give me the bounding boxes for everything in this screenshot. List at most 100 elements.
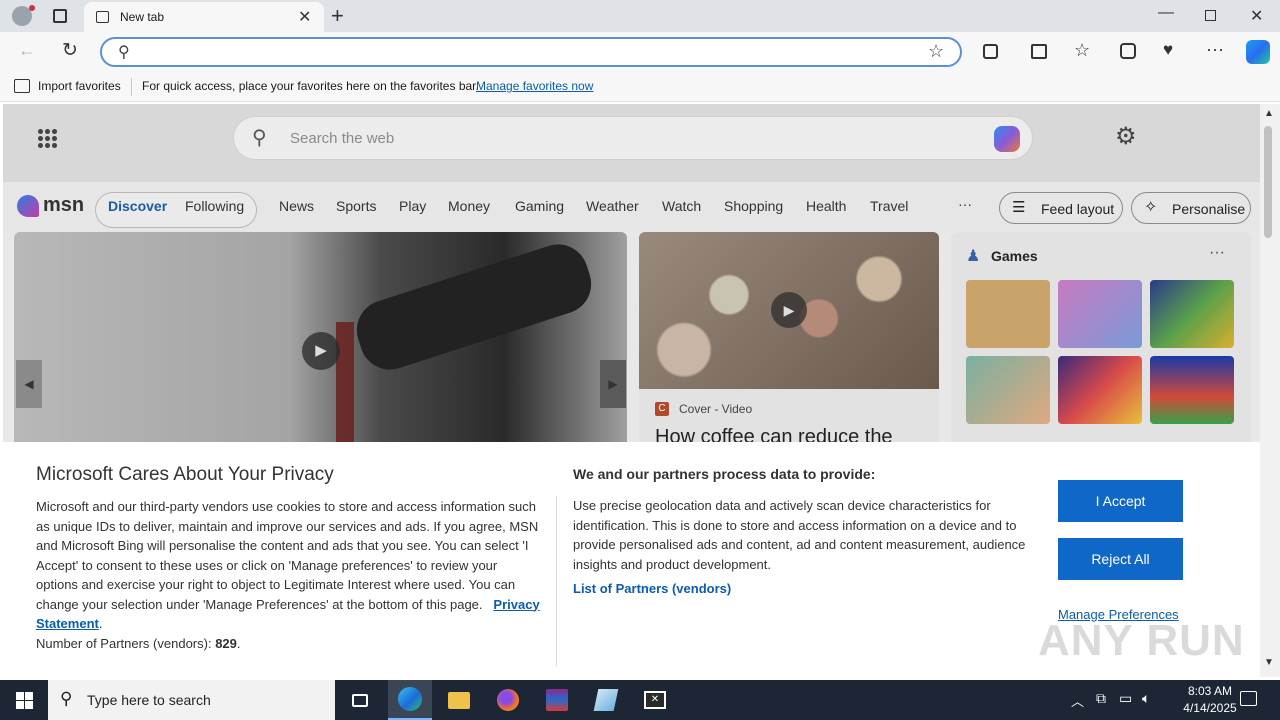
- hero-carousel[interactable]: ▶ ◀ ▶: [14, 232, 627, 462]
- page-scrollbar[interactable]: ▲ ▼: [1260, 104, 1280, 677]
- partners-count: 829: [215, 636, 237, 651]
- taskbar-search-box[interactable]: ⚲ Type here to search: [48, 680, 335, 720]
- file-explorer-icon[interactable]: [437, 680, 481, 720]
- notifications-icon[interactable]: [1240, 691, 1257, 706]
- privacy-title: Microsoft Cares About Your Privacy: [36, 464, 334, 485]
- nav-news[interactable]: News: [279, 198, 314, 214]
- personalise-label: Personalise: [1172, 201, 1246, 217]
- game-tile[interactable]: [1150, 280, 1234, 348]
- extensions-icon[interactable]: [983, 44, 998, 59]
- import-favorites-button[interactable]: Import favorites: [38, 79, 121, 93]
- game-tile[interactable]: [966, 356, 1050, 424]
- volume-icon[interactable]: 🔈︎: [1142, 690, 1150, 707]
- scroll-down-icon[interactable]: ▼: [1264, 657, 1274, 668]
- play-icon[interactable]: ▶: [302, 332, 340, 370]
- tab-discover[interactable]: Discover: [108, 198, 167, 214]
- game-tile[interactable]: [1150, 356, 1234, 424]
- nav-play[interactable]: Play: [399, 198, 426, 214]
- scroll-thumb[interactable]: [1264, 126, 1272, 238]
- restore-button[interactable]: [1205, 10, 1216, 21]
- nav-more-icon[interactable]: ···: [958, 196, 972, 212]
- back-icon[interactable]: ←: [18, 40, 36, 61]
- refresh-icon[interactable]: ↻: [62, 39, 78, 62]
- settings-gear-icon[interactable]: ⚙: [1115, 122, 1137, 151]
- close-window-button[interactable]: ✕: [1250, 6, 1263, 26]
- play-icon[interactable]: ▶: [771, 292, 807, 328]
- favorites-icon[interactable]: ☆: [1074, 40, 1090, 61]
- personalise-button[interactable]: ✧ Personalise: [1131, 192, 1251, 224]
- reject-all-button[interactable]: Reject All: [1058, 538, 1183, 580]
- story-card[interactable]: ▶ C Cover - Video How coffee can reduce …: [639, 232, 939, 472]
- address-bar[interactable]: ⚲ ☆: [100, 37, 962, 67]
- feed-layout-button[interactable]: ☰ Feed layout: [999, 192, 1123, 224]
- personalise-icon: ✧: [1144, 199, 1158, 216]
- msn-logo[interactable]: msn: [43, 194, 84, 217]
- tab-title: New tab: [120, 10, 165, 24]
- nav-travel[interactable]: Travel: [870, 198, 908, 214]
- nav-shopping[interactable]: Shopping: [724, 198, 783, 214]
- games-icon: ♟: [966, 248, 981, 265]
- favorite-star-icon[interactable]: ☆: [928, 41, 944, 62]
- tray-chevron-icon[interactable]: ︿: [1071, 691, 1084, 710]
- wine-bottle-shape: [349, 236, 599, 378]
- privacy-body-spacer: [486, 597, 490, 612]
- taskbar-search-input[interactable]: Type here to search: [87, 692, 211, 708]
- game-tile[interactable]: [1058, 280, 1142, 348]
- games-panel: ♟ Games ···: [951, 232, 1251, 472]
- app-icon[interactable]: ✕: [633, 680, 677, 720]
- copilot-search-icon[interactable]: [994, 126, 1020, 152]
- scroll-up-icon[interactable]: ▲: [1264, 108, 1274, 119]
- game-tile[interactable]: [966, 280, 1050, 348]
- web-search-input[interactable]: Search the web: [290, 130, 394, 147]
- import-favorites-icon: [14, 79, 30, 93]
- manage-favorites-link[interactable]: Manage favorites now: [476, 79, 593, 93]
- start-button[interactable]: [2, 680, 46, 720]
- apps-grid-icon[interactable]: [37, 128, 57, 148]
- wine-pour-shape: [336, 322, 354, 442]
- clock-time[interactable]: 8:03 AM: [1172, 684, 1248, 698]
- privacy-body-text: Microsoft and our third-party vendors us…: [36, 499, 539, 612]
- nav-health[interactable]: Health: [806, 198, 846, 214]
- games-more-icon[interactable]: ···: [1209, 244, 1225, 262]
- browser-toolbar: ← ↻ ⚲ ☆ ☆ ♥ ···: [0, 32, 1280, 72]
- winrar-icon[interactable]: [535, 680, 579, 720]
- nav-watch[interactable]: Watch: [662, 198, 701, 214]
- new-tab-button[interactable]: +: [331, 3, 344, 29]
- tab-page-icon: [96, 11, 109, 23]
- favorites-bar: Import favorites For quick access, place…: [0, 72, 1280, 102]
- favorites-hint: For quick access, place your favorites h…: [142, 79, 479, 93]
- nav-gaming[interactable]: Gaming: [515, 198, 564, 214]
- tab-new-tab[interactable]: New tab ✕: [84, 2, 324, 32]
- web-search-box[interactable]: ⚲ Search the web: [233, 116, 1033, 160]
- task-view-icon[interactable]: [338, 680, 382, 720]
- copilot-icon[interactable]: [1246, 40, 1270, 64]
- notepad-icon[interactable]: [584, 680, 628, 720]
- carousel-prev-button[interactable]: ◀: [16, 360, 42, 408]
- game-tile[interactable]: [1058, 356, 1142, 424]
- nav-sports[interactable]: Sports: [336, 198, 376, 214]
- favbar-divider: [131, 78, 132, 96]
- clock-date[interactable]: 4/14/2025: [1172, 701, 1248, 715]
- network-icon[interactable]: ▭: [1119, 690, 1132, 707]
- collections-icon[interactable]: [1120, 43, 1136, 59]
- nav-weather[interactable]: Weather: [586, 198, 639, 214]
- vendors-list-link[interactable]: List of Partners (vendors): [573, 581, 731, 596]
- source-badge: C: [655, 402, 669, 416]
- split-screen-icon[interactable]: [1031, 44, 1047, 59]
- tray-device-icon[interactable]: ⧉: [1096, 690, 1106, 707]
- tab-following[interactable]: Following: [185, 198, 244, 214]
- process-body: Use precise geolocation data and activel…: [573, 498, 1026, 572]
- performance-icon[interactable]: ♥: [1163, 40, 1173, 60]
- firefox-icon[interactable]: [486, 680, 530, 720]
- accept-button[interactable]: I Accept: [1058, 480, 1183, 522]
- more-menu-icon[interactable]: ···: [1206, 39, 1224, 60]
- edge-taskbar-icon[interactable]: [388, 680, 432, 720]
- close-tab-icon[interactable]: ✕: [298, 7, 311, 27]
- sliders-icon: ☰: [1012, 199, 1026, 216]
- tab-strip: New tab ✕ + — ✕: [0, 0, 1280, 32]
- search-icon: ⚲: [60, 689, 73, 708]
- nav-money[interactable]: Money: [448, 198, 490, 214]
- tab-actions-icon[interactable]: [53, 9, 67, 23]
- carousel-next-button[interactable]: ▶: [600, 360, 626, 408]
- minimize-button[interactable]: —: [1158, 4, 1174, 22]
